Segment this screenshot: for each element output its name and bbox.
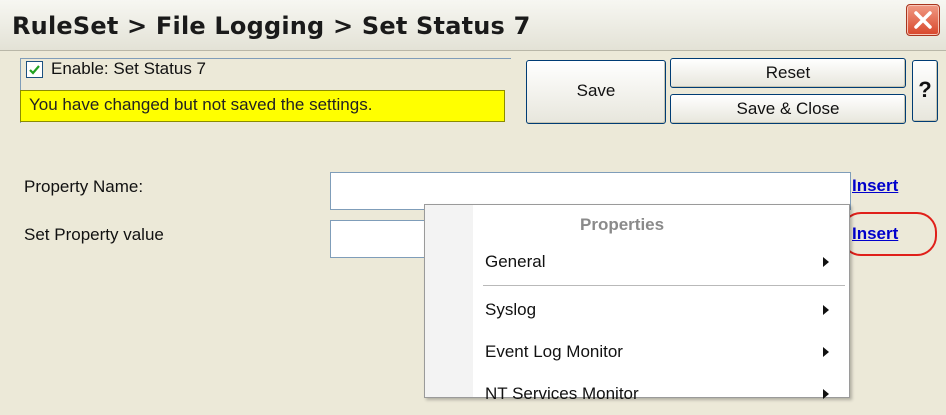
unsaved-warning-banner: You have changed but not saved the setti… [20, 90, 505, 122]
menu-item-event-log-monitor[interactable]: Event Log Monitor [425, 333, 849, 373]
check-icon [29, 65, 40, 75]
menu-item-label: Syslog [485, 300, 537, 319]
save-close-button[interactable]: Save & Close [670, 94, 906, 124]
menu-item-label: Event Log Monitor [485, 342, 623, 361]
menu-item-label: General [485, 252, 546, 271]
help-button[interactable]: ? [912, 60, 938, 122]
close-icon [914, 11, 932, 29]
chevron-right-icon [823, 347, 829, 357]
chevron-right-icon [823, 389, 829, 399]
property-value-input[interactable] [330, 220, 434, 258]
menu-separator [483, 285, 845, 286]
save-button[interactable]: Save [526, 60, 666, 124]
unsaved-warning-text: You have changed but not saved the setti… [29, 95, 373, 114]
menu-item-general[interactable]: General [425, 243, 849, 283]
enable-checkbox[interactable] [26, 61, 43, 78]
enable-label: Enable: Set Status 7 [51, 59, 206, 78]
menu-item-label: NT Services Monitor [485, 384, 639, 403]
reset-button[interactable]: Reset [670, 58, 906, 88]
annotation-circle [841, 212, 937, 256]
property-value-label: Set Property value [24, 225, 164, 244]
close-button[interactable] [906, 4, 940, 36]
menu-item-nt-services-monitor[interactable]: NT Services Monitor [425, 375, 849, 415]
properties-context-menu: Properties General Syslog Event Log Moni… [424, 204, 850, 403]
menu-item-syslog[interactable]: Syslog [425, 291, 849, 331]
window-title: RuleSet > File Logging > Set Status 7 [12, 12, 531, 40]
menu-header: Properties [580, 215, 665, 234]
title-bar: RuleSet > File Logging > Set Status 7 [0, 0, 946, 51]
enable-row: Enable: Set Status 7 [20, 57, 516, 83]
chevron-right-icon [823, 305, 829, 315]
chevron-right-icon [823, 257, 829, 267]
property-name-label: Property Name: [24, 177, 144, 196]
insert-link-property-name[interactable]: Insert [852, 176, 898, 196]
ruleset-window: RuleSet > File Logging > Set Status 7 En… [0, 0, 946, 403]
